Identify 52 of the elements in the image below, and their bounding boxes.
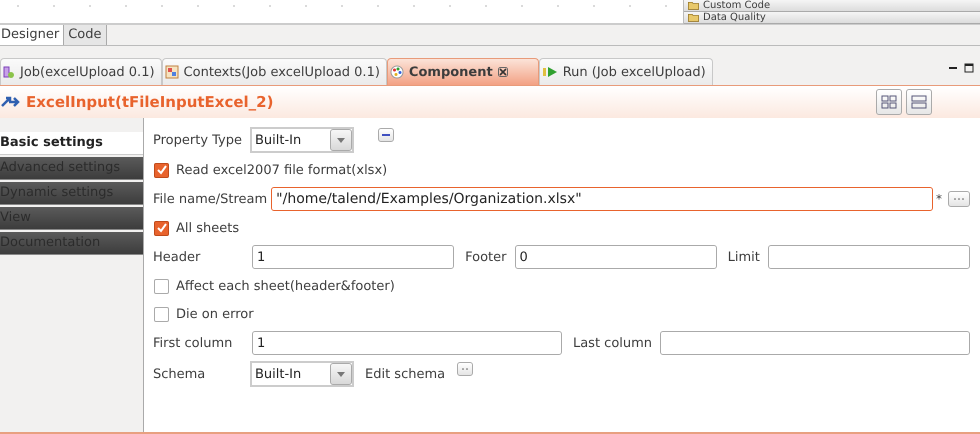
- checkbox[interactable]: [154, 220, 169, 236]
- field-label: File name/Stream: [153, 192, 268, 206]
- file-path-field[interactable]: "/home/talend/Examples/Organization.xlsx": [271, 187, 933, 211]
- folder-icon: [688, 1, 699, 10]
- minus-icon: [382, 133, 390, 137]
- panel-tab[interactable]: Contexts(Job excelUpload 0.1): [162, 58, 387, 85]
- dropdown-arrow-icon: [337, 372, 345, 376]
- checkbox[interactable]: [154, 278, 169, 294]
- maximize-icon[interactable]: [964, 63, 974, 73]
- palette-item[interactable]: Custom Code: [684, 0, 980, 12]
- text-field[interactable]: [768, 245, 970, 269]
- panel-tab[interactable]: Job(excelUpload 0.1): [0, 58, 162, 85]
- field-label: Header: [153, 250, 202, 264]
- field-label: Edit schema: [365, 366, 446, 382]
- grid-layout-button[interactable]: [876, 89, 902, 115]
- settings-tab[interactable]: Basic settings: [0, 132, 143, 155]
- text-field[interactable]: [660, 331, 970, 355]
- editor-tab[interactable]: Code: [64, 25, 107, 45]
- checkbox-label: Read excel2007 file format(xlsx): [176, 162, 388, 178]
- checkbox-label: All sheets: [176, 220, 240, 236]
- panel-tab[interactable]: Run (Job excelUpload): [538, 58, 713, 85]
- rows-layout-button[interactable]: [906, 89, 932, 115]
- panel-tab[interactable]: Component: [386, 58, 539, 85]
- palette-icon: [390, 65, 404, 79]
- rows-icon: [911, 95, 927, 109]
- checkbox-label: Affect each sheet(header&footer): [176, 278, 395, 294]
- checkbox-label: Die on error: [176, 306, 254, 322]
- palette-item[interactable]: Data Quality: [684, 12, 980, 24]
- field-label: Footer: [465, 250, 506, 264]
- field-label: First column: [153, 336, 234, 350]
- close-icon[interactable]: [498, 67, 508, 77]
- run-icon: [542, 66, 558, 78]
- schema-dropdown[interactable]: Built-In: [250, 361, 354, 387]
- editor-tab[interactable]: Designer: [0, 25, 64, 45]
- checkbox[interactable]: [154, 306, 169, 322]
- required-mark: *: [936, 192, 942, 206]
- collapse-button[interactable]: [378, 128, 394, 142]
- checkbox[interactable]: [154, 162, 169, 178]
- dots-icon: [953, 197, 965, 201]
- contexts-icon: [164, 65, 179, 79]
- dropdown-arrow-icon: [337, 138, 345, 142]
- grid-icon: [881, 95, 897, 109]
- field-label: Limit: [728, 250, 760, 264]
- text-field[interactable]: 0: [514, 245, 717, 269]
- job-icon: [3, 65, 15, 79]
- field-label: Schema: [153, 366, 206, 382]
- component-title: ExcelInput(tFileInputExcel_2): [26, 93, 274, 111]
- text-field[interactable]: 1: [252, 331, 562, 355]
- field-label: Property Type: [153, 132, 244, 148]
- field-label: Last column: [572, 336, 652, 350]
- text-field[interactable]: 1: [252, 245, 454, 269]
- property-type-dropdown[interactable]: Built-In: [250, 127, 354, 153]
